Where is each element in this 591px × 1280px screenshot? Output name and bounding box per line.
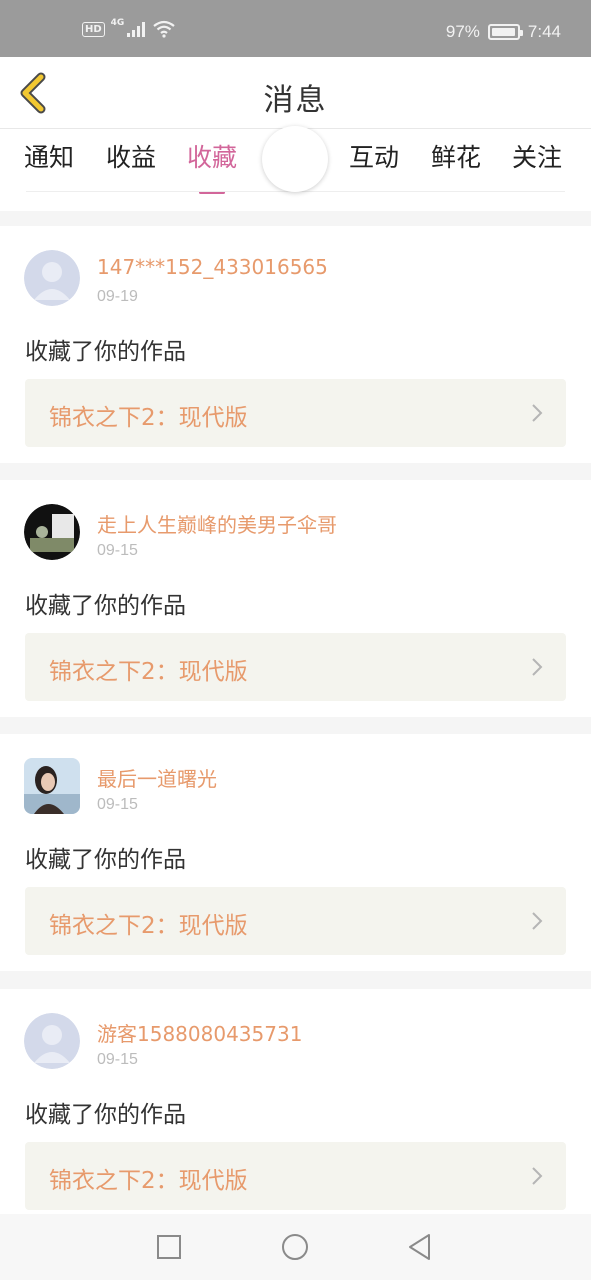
battery-fill — [491, 28, 516, 36]
status-bar: HD 4G 97% 7:44 — [0, 0, 591, 57]
tab-label: 关注 — [512, 143, 563, 172]
work-link[interactable]: 锦衣之下2：现代版 — [25, 1142, 566, 1210]
action-text: 收藏了你的作品 — [25, 339, 186, 365]
notification-date: 09-19 — [97, 288, 138, 305]
tab-earnings[interactable]: 收益 — [106, 141, 156, 181]
avatar[interactable] — [24, 250, 80, 306]
tab-label: 通知 — [24, 143, 75, 172]
page-title: 消息 — [263, 83, 328, 118]
notification-date: 09-15 — [97, 796, 138, 813]
network-type: 4G — [110, 18, 125, 28]
status-left: HD 4G — [82, 18, 176, 38]
notification-card: 游客1588080435731 09-15 收藏了你的作品 锦衣之下2：现代版 — [0, 989, 591, 1226]
work-title: 锦衣之下2：现代版 — [49, 405, 248, 431]
photo-avatar-icon — [24, 504, 80, 560]
chevron-right-icon — [532, 1167, 543, 1185]
notification-card: 147***152_433016565 09-19 收藏了你的作品 锦衣之下2：… — [0, 226, 591, 463]
username[interactable]: 走上人生巅峰的美男子伞哥 — [97, 509, 337, 538]
notification-date: 09-15 — [97, 1051, 138, 1068]
work-link[interactable]: 锦衣之下2：现代版 — [25, 379, 566, 447]
home-icon[interactable] — [280, 1232, 310, 1262]
header: 消息 — [0, 57, 591, 129]
work-link[interactable]: 锦衣之下2：现代版 — [25, 887, 566, 955]
photo-avatar-icon — [24, 758, 80, 814]
avatar[interactable] — [24, 758, 80, 814]
avatar[interactable] — [24, 1013, 80, 1069]
notification-card: 走上人生巅峰的美男子伞哥 09-15 收藏了你的作品 锦衣之下2：现代版 — [0, 480, 591, 717]
action-text: 收藏了你的作品 — [25, 593, 186, 619]
battery-icon — [487, 24, 523, 40]
clock: 7:44 — [527, 22, 561, 41]
system-nav-bar — [0, 1214, 591, 1280]
work-title: 锦衣之下2：现代版 — [49, 913, 248, 939]
action-text: 收藏了你的作品 — [25, 847, 186, 873]
status-right: 97% 7:44 — [446, 22, 561, 42]
chevron-right-icon — [532, 404, 543, 422]
work-title: 锦衣之下2：现代版 — [49, 1168, 248, 1194]
default-avatar-icon — [24, 250, 80, 306]
tab-favorites[interactable]: 收藏 — [187, 141, 238, 194]
tab-follows[interactable]: 关注 — [512, 141, 562, 181]
tab-interactions[interactable]: 互动 — [349, 141, 399, 181]
floating-circle-button[interactable] — [262, 126, 328, 192]
tab-label: 鲜花 — [431, 143, 482, 172]
recent-apps-icon[interactable] — [154, 1232, 184, 1262]
notification-date: 09-15 — [97, 542, 138, 559]
tab-label: 收藏 — [187, 143, 238, 172]
notification-card: 最后一道曙光 09-15 收藏了你的作品 锦衣之下2：现代版 — [0, 734, 591, 971]
tab-flowers[interactable]: 鲜花 — [431, 141, 481, 181]
chevron-right-icon — [532, 658, 543, 676]
tab-label: 互动 — [349, 143, 400, 172]
tab-label: 收益 — [106, 143, 157, 172]
wifi-icon — [153, 20, 176, 38]
avatar[interactable] — [24, 504, 80, 560]
signal-icon — [127, 22, 146, 37]
tab-notifications[interactable]: 通知 — [24, 141, 74, 181]
work-title: 锦衣之下2：现代版 — [49, 659, 248, 685]
battery-percent: 97% — [445, 22, 480, 41]
work-link[interactable]: 锦衣之下2：现代版 — [25, 633, 566, 701]
action-text: 收藏了你的作品 — [25, 1102, 186, 1128]
back-nav-icon[interactable] — [405, 1232, 435, 1262]
username[interactable]: 147***152_433016565 — [97, 255, 328, 279]
hd-badge: HD — [82, 21, 105, 37]
username[interactable]: 最后一道曙光 — [97, 763, 217, 792]
username[interactable]: 游客1588080435731 — [97, 1018, 302, 1047]
default-avatar-icon — [24, 1013, 80, 1069]
chevron-right-icon — [532, 912, 543, 930]
